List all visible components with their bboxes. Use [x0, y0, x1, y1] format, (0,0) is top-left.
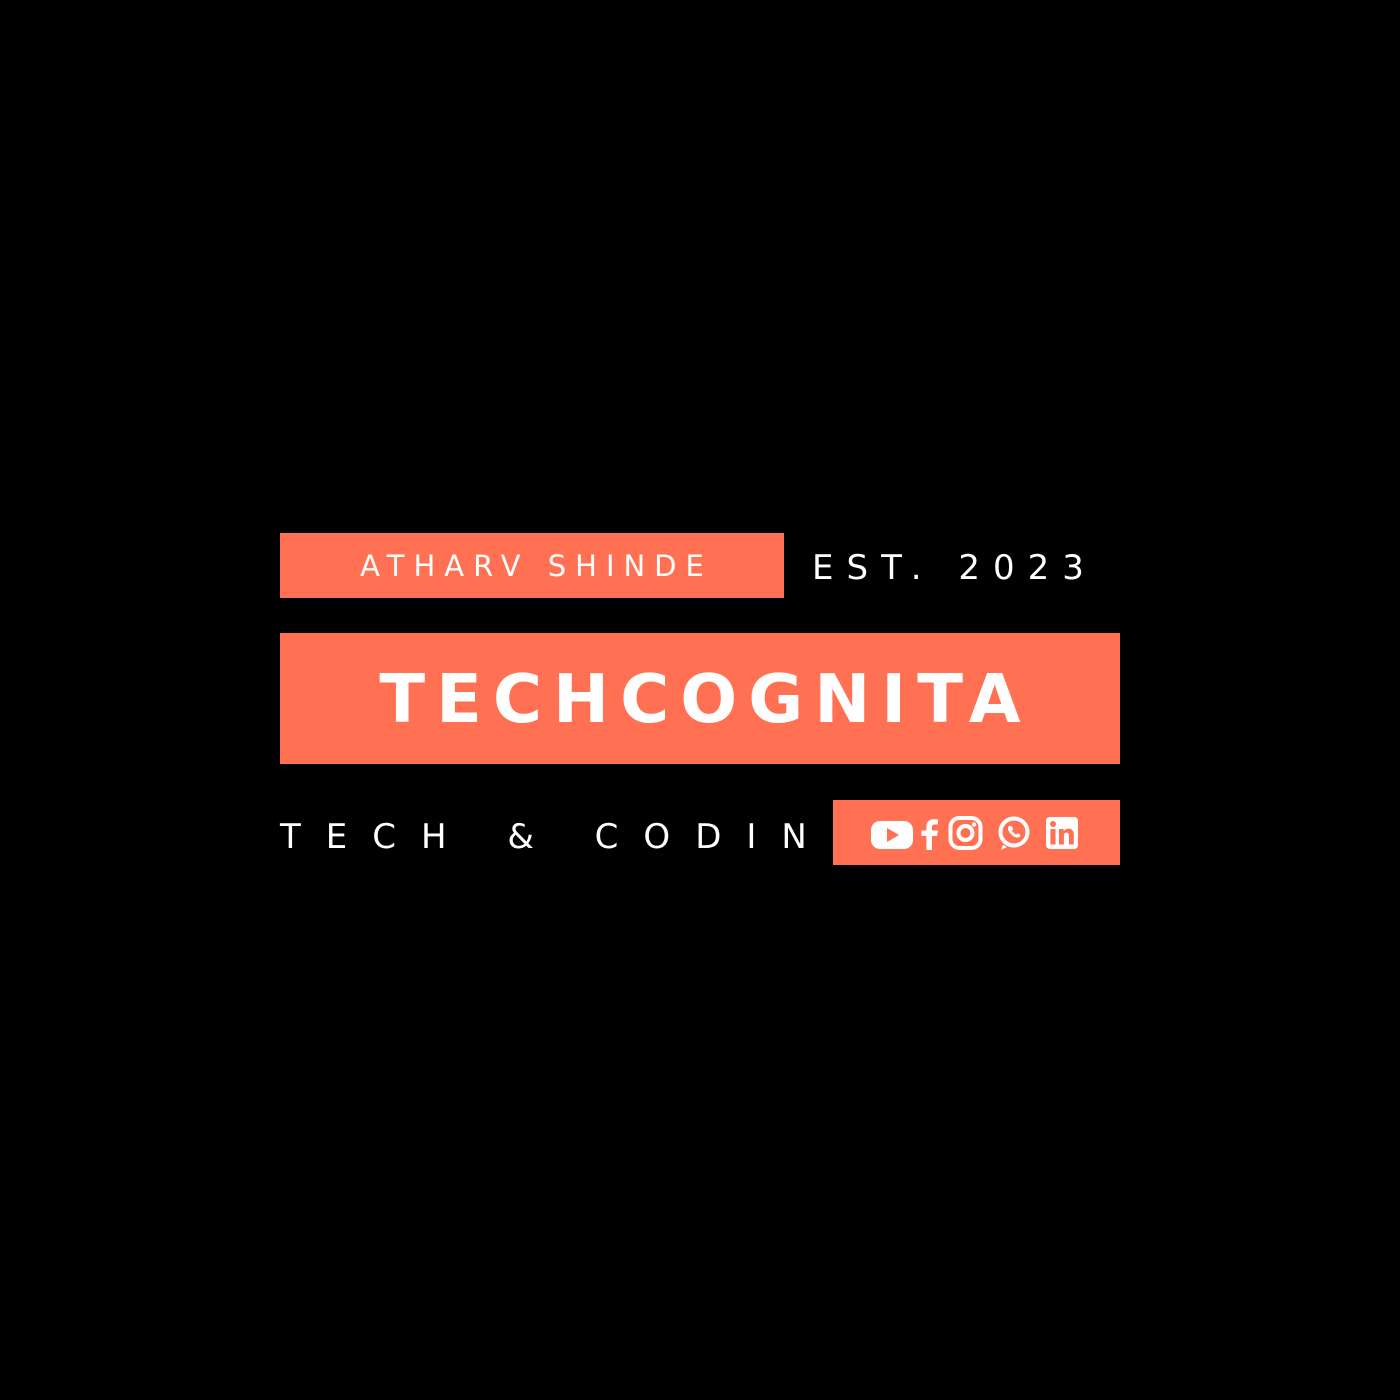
author-name: ATHARV SHINDE [360, 548, 713, 583]
whatsapp-icon[interactable] [992, 815, 1036, 851]
established-year: EST. 2023 [812, 548, 1097, 588]
facebook-icon[interactable] [918, 815, 940, 851]
youtube-icon[interactable] [870, 815, 914, 851]
linkedin-icon[interactable] [1040, 815, 1084, 851]
brand-title: TECHCOGNITA [379, 659, 1032, 738]
author-banner: ATHARV SHINDE [280, 533, 784, 598]
techcognita-logo: ATHARV SHINDE EST. 2023 TECHCOGNITA TECH… [0, 0, 1400, 1400]
title-banner: TECHCOGNITA [280, 633, 1120, 764]
social-links [833, 800, 1120, 865]
brand-tagline: TECH & CODING [280, 817, 884, 857]
instagram-icon[interactable] [944, 815, 988, 851]
